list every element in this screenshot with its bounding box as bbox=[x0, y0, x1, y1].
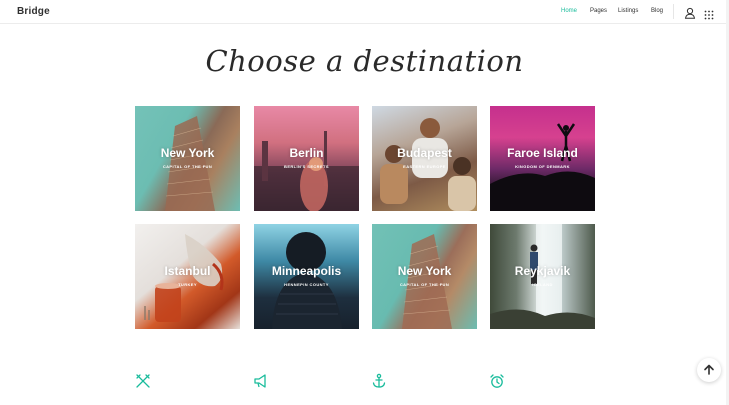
destination-tile-faroe-island[interactable]: Faroe Island KINGDOM OF DENMARK bbox=[490, 106, 595, 211]
nav-item-home[interactable]: Home bbox=[561, 8, 577, 14]
destination-tile-new-york-2[interactable]: New York CAPITAL OF THE FUN bbox=[372, 224, 477, 329]
destination-subtitle: HENNEPIN COUNTY bbox=[284, 282, 329, 287]
nav-item-pages[interactable]: Pages bbox=[590, 8, 607, 14]
back-to-top-button[interactable] bbox=[697, 358, 721, 382]
nav-divider bbox=[673, 4, 674, 19]
destination-tile-minneapolis[interactable]: Minneapolis HENNEPIN COUNTY bbox=[254, 224, 359, 329]
destination-subtitle: TURKEY bbox=[178, 282, 197, 287]
destination-name: Berlin bbox=[289, 146, 324, 160]
destination-name: Budapest bbox=[397, 146, 452, 160]
destination-subtitle: KINGDOM OF DENMARK bbox=[515, 164, 570, 169]
destination-tile-reykjavik[interactable]: Reykjavik ICELAND bbox=[490, 224, 595, 329]
arrow-up-icon bbox=[704, 364, 714, 375]
destination-name: New York bbox=[160, 146, 215, 160]
user-icon[interactable] bbox=[684, 6, 696, 19]
page-title: Choose a destination bbox=[205, 44, 524, 78]
destination-subtitle: CAPITAL OF THE FUN bbox=[162, 164, 213, 169]
nav-item-listings[interactable]: Listings bbox=[618, 8, 638, 14]
destination-tile-berlin[interactable]: Berlin BERLIN'S SECRETS bbox=[254, 106, 359, 211]
megaphone-icon bbox=[253, 373, 269, 389]
destination-subtitle: BERLIN'S SECRETS bbox=[284, 164, 329, 169]
alarm-clock-icon bbox=[489, 373, 505, 389]
destination-tile-budapest[interactable]: Budapest EASTERN EUROPE bbox=[372, 106, 477, 211]
destination-name: Faroe Island bbox=[507, 146, 578, 160]
destination-name: Minneapolis bbox=[271, 264, 342, 278]
destination-subtitle: CAPITAL OF THE FUN bbox=[399, 282, 450, 287]
logo[interactable]: Bridge bbox=[17, 6, 50, 17]
destination-name: Reykjavik bbox=[514, 264, 571, 278]
destination-tile-istanbul[interactable]: Istanbul TURKEY bbox=[135, 224, 240, 329]
destination-name: Istanbul bbox=[164, 264, 211, 278]
grid-menu-icon[interactable] bbox=[704, 7, 714, 20]
destination-tile-new-york[interactable]: New York CAPITAL OF THE FUN bbox=[135, 106, 240, 211]
restaurant-icon bbox=[135, 373, 151, 389]
destination-subtitle: ICELAND bbox=[532, 282, 553, 287]
site-header: Bridge Home Pages Listings Blog bbox=[0, 0, 729, 24]
nav-item-blog[interactable]: Blog bbox=[651, 8, 663, 14]
destination-name: New York bbox=[397, 264, 452, 278]
destination-subtitle: EASTERN EUROPE bbox=[403, 164, 446, 169]
anchor-icon bbox=[371, 373, 387, 389]
